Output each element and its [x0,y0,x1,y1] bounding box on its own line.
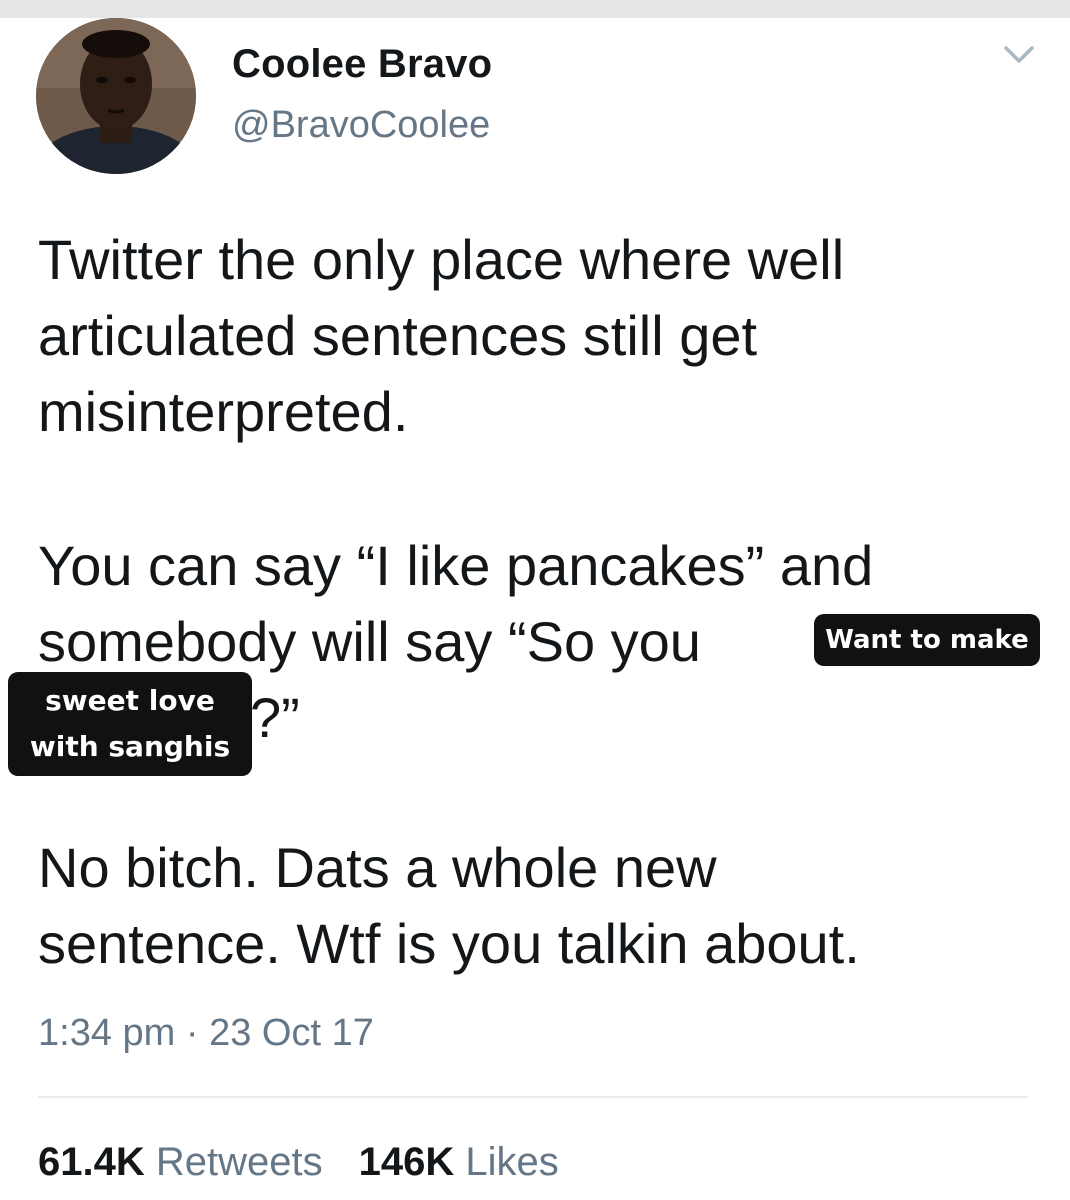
user-handle[interactable]: @BravoCoolee [232,104,490,147]
avatar-photo-icon [36,18,196,174]
tweet-text-line: sentence. Wtf is you talkin about. [38,912,860,975]
sticker-line: sweet love [45,684,215,717]
tweet-text-line: No bitch. Dats a whole new [38,836,717,899]
likes-label: Likes [465,1140,559,1184]
tweet-text-line: articulated sentences still get [38,304,758,367]
sticker-line: with sanghis [29,730,231,763]
tweet-stats: 61.4K Retweets 146K Likes [38,1140,559,1185]
tweet-text-line: somebody will say “So you [38,610,701,673]
retweets-label: Retweets [155,1140,323,1184]
tweet-text-line: misinterpreted. [38,380,409,443]
tweet-paragraph-1: Twitter the only place where well articu… [38,222,844,450]
divider [38,1096,1028,1098]
display-name[interactable]: Coolee Bravo [232,42,492,87]
likes-count: 146K [358,1140,455,1184]
retweets-count: 61.4K [38,1140,145,1184]
avatar[interactable] [36,18,196,174]
tweet-text-line: Twitter the only place where well [38,228,845,291]
overlay-sticker-text: sweet love with sanghis [8,672,252,776]
chevron-down-icon[interactable] [1002,44,1036,66]
likes-stat[interactable]: 146K Likes [359,1140,559,1184]
tweet-text-fragment: ?” [250,686,300,749]
top-strip [0,0,1070,18]
overlay-sticker-text: Want to make [814,614,1040,666]
tweet-text-line: You can say “I like pancakes” and [38,534,874,597]
tweet-paragraph-3: No bitch. Dats a whole new sentence. Wtf… [38,830,860,982]
retweets-stat[interactable]: 61.4K Retweets [38,1140,323,1184]
tweet-timestamp[interactable]: 1:34 pm · 23 Oct 17 [38,1012,374,1055]
